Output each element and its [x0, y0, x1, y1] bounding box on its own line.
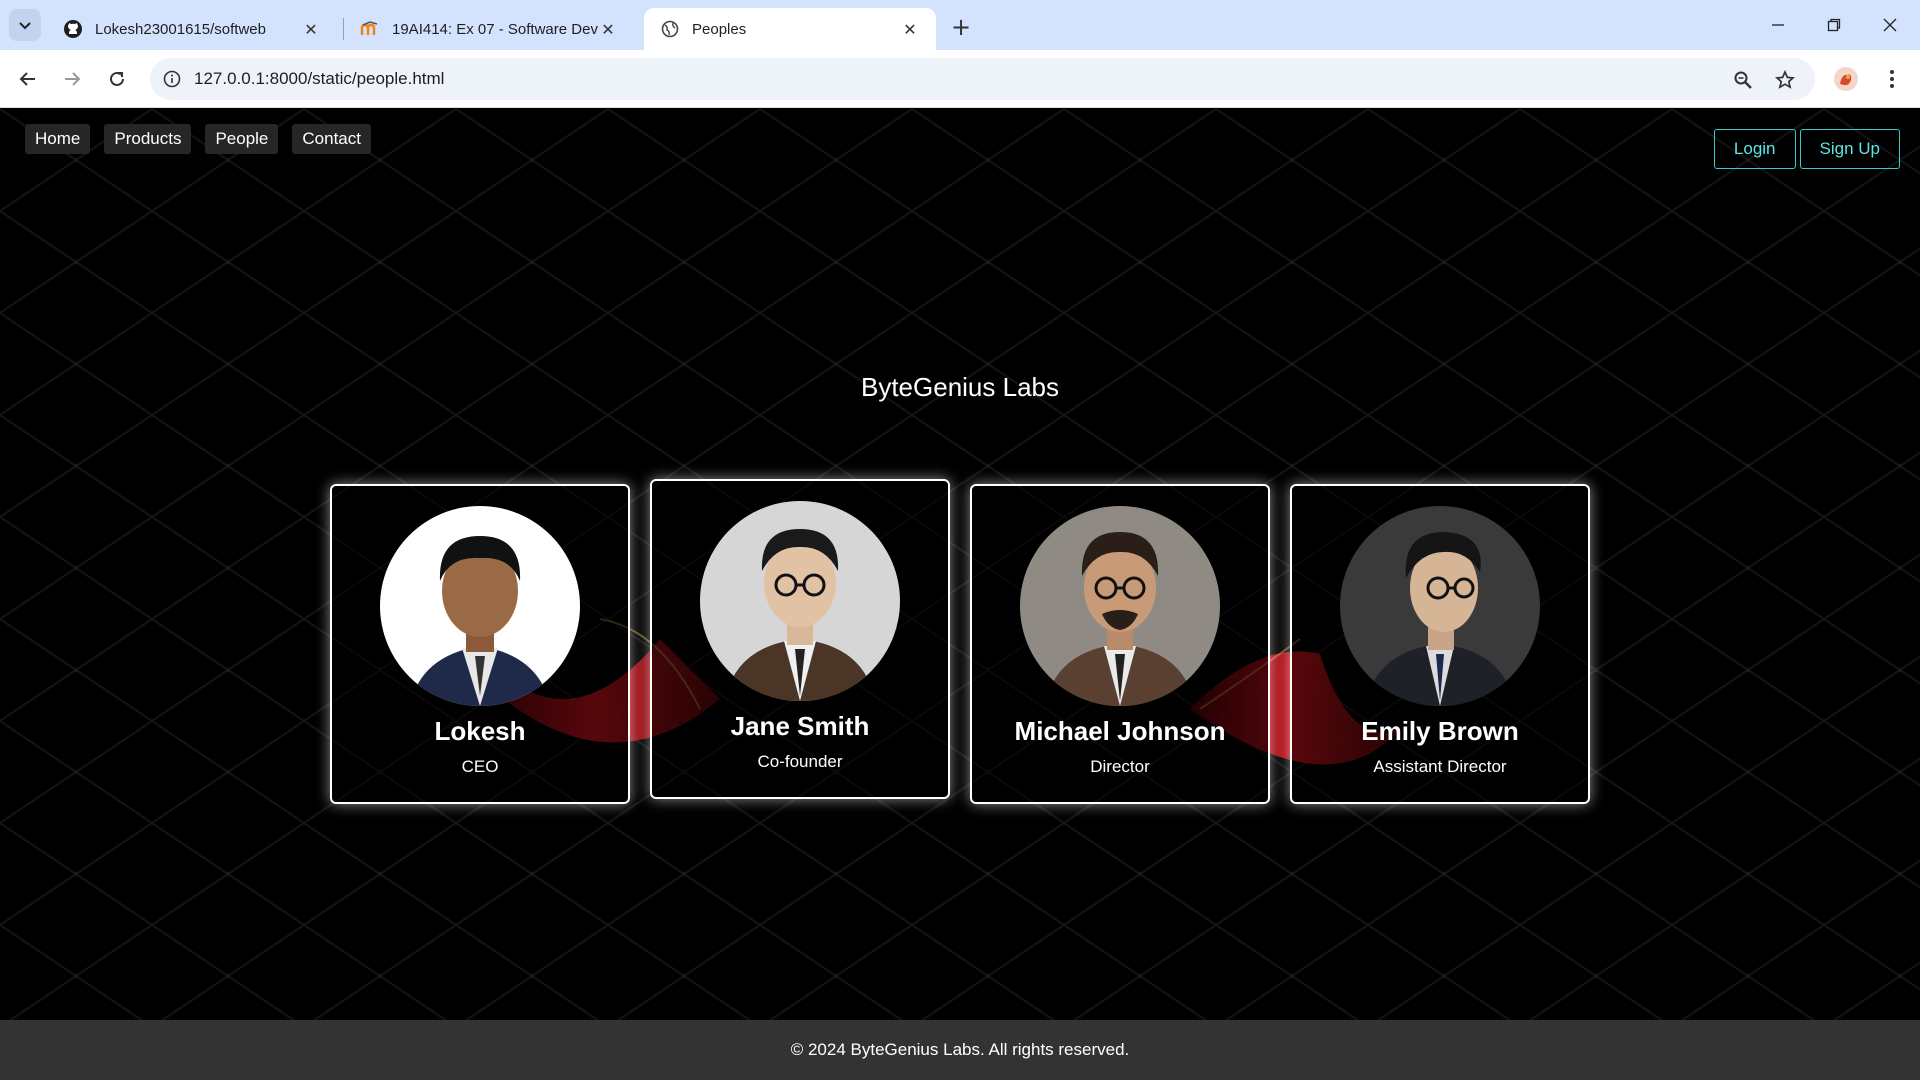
arrow-right-icon [65, 72, 81, 86]
tab-title: 19AI414: Ex 07 - Software Deve [392, 20, 598, 38]
minimize-button[interactable] [1750, 0, 1806, 50]
browser-menu-button[interactable] [1876, 63, 1908, 95]
person-role: Director [1090, 757, 1150, 776]
person-photo [1020, 506, 1220, 706]
person-name: Michael Johnson [1014, 716, 1226, 746]
nav-people-link[interactable]: People [205, 124, 279, 154]
moodle-icon [360, 19, 380, 39]
browser-tab-github[interactable]: Lokesh23001615/softweb ✕ [47, 8, 337, 50]
person-card: Jane Smith Co-founder [650, 479, 950, 799]
minimize-icon [1772, 24, 1784, 26]
footer-copyright: © 2024 ByteGenius Labs. All rights reser… [790, 1040, 1130, 1059]
chevron-down-icon [19, 22, 31, 30]
profile-avatar[interactable] [1830, 63, 1862, 95]
profile-avatar-icon [1834, 67, 1858, 91]
tab-search-button[interactable] [9, 9, 41, 41]
arrow-left-icon [19, 72, 35, 86]
nav-contact-link[interactable]: Contact [292, 124, 371, 154]
close-icon[interactable]: ✕ [598, 19, 618, 39]
close-window-button[interactable] [1862, 0, 1918, 50]
new-tab-button[interactable]: + [947, 13, 975, 41]
bookmark-star-icon[interactable] [1771, 66, 1799, 94]
person-name: Jane Smith [730, 711, 870, 741]
site-footer: © 2024 ByteGenius Labs. All rights reser… [0, 1020, 1920, 1080]
close-icon[interactable]: ✕ [900, 19, 920, 39]
login-button[interactable]: Login [1713, 129, 1796, 169]
browser-tab-moodle[interactable]: 19AI414: Ex 07 - Software Deve ✕ [344, 8, 634, 50]
close-icon[interactable]: ✕ [301, 19, 321, 39]
restore-button[interactable] [1806, 0, 1862, 50]
globe-icon [660, 19, 680, 39]
browser-toolbar: 127.0.0.1:8000/static/people.html [0, 50, 1920, 108]
signup-button[interactable]: Sign Up [1799, 129, 1900, 169]
tab-title: Lokesh23001615/softweb [95, 20, 266, 38]
more-vertical-icon [1890, 70, 1894, 88]
github-icon [63, 19, 83, 39]
browser-tab-peoples[interactable]: Peoples ✕ [644, 8, 936, 50]
nav-products-link[interactable]: Products [104, 124, 192, 154]
zoom-icon[interactable] [1729, 66, 1757, 94]
nav-home-link[interactable]: Home [25, 124, 91, 154]
auth-buttons: Login Sign Up [1713, 129, 1900, 169]
person-role: Co-founder [757, 752, 843, 771]
person-role: Assistant Director [1373, 757, 1507, 776]
restore-icon [1827, 18, 1841, 32]
person-card: Lokesh CEO [330, 484, 630, 804]
address-bar[interactable]: 127.0.0.1:8000/static/people.html [150, 58, 1815, 100]
person-photo [1340, 506, 1540, 706]
close-icon [1883, 18, 1897, 32]
person-card: Michael Johnson Director [970, 484, 1270, 804]
person-card: Emily Brown Assistant Director [1290, 484, 1590, 804]
reload-button[interactable] [101, 63, 133, 95]
tab-title: Peoples [692, 20, 747, 38]
reload-icon [110, 71, 124, 86]
person-name: Emily Brown [1361, 716, 1519, 746]
back-button[interactable] [12, 63, 44, 95]
person-photo [380, 506, 580, 706]
address-url: 127.0.0.1:8000/static/people.html [194, 69, 445, 88]
brand-heading: ByteGenius Labs [860, 372, 1059, 402]
forward-button[interactable] [56, 63, 88, 95]
site-info-icon[interactable] [150, 70, 194, 88]
person-name: Lokesh [434, 716, 526, 746]
background-pattern [0, 109, 1920, 1020]
site-nav: Home Products People Contact [25, 124, 371, 154]
browser-tabstrip: Lokesh23001615/softweb ✕ 19AI414: Ex 07 … [0, 0, 1920, 50]
page-content: Home Products People Contact Login Sign … [0, 109, 1920, 1020]
person-photo [700, 501, 900, 701]
person-role: CEO [461, 757, 499, 776]
